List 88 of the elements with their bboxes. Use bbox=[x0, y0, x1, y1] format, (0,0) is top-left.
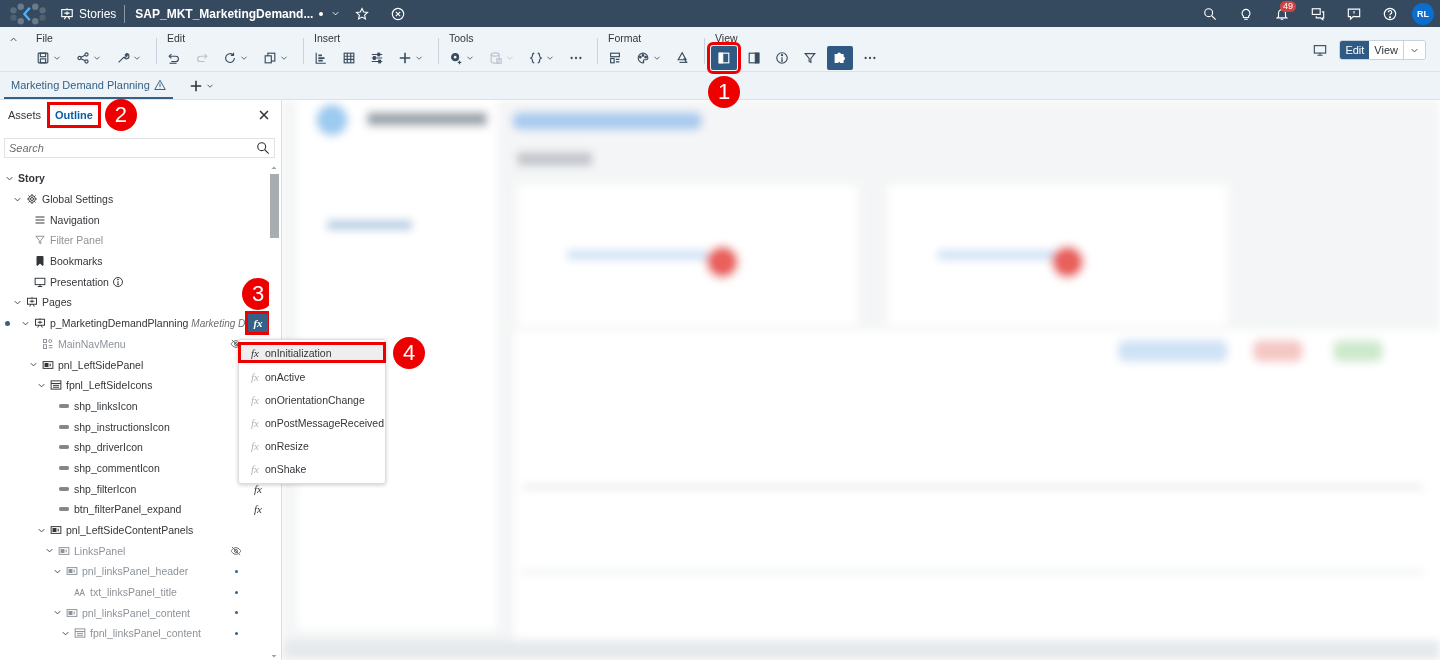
page-subtitle: Marketing D bbox=[191, 317, 246, 329]
wrench-icon bbox=[116, 51, 130, 65]
filter-icon bbox=[803, 51, 817, 65]
tree-item[interactable]: fpnl_LeftSideIcons bbox=[66, 379, 153, 392]
scroll-down-icon[interactable] bbox=[270, 652, 278, 660]
tree-item[interactable]: p_MarketingDemandPlanning bbox=[50, 317, 189, 330]
tree-item[interactable]: pnl_LeftSideContentPanels bbox=[66, 524, 194, 537]
tree-item[interactable]: Story bbox=[18, 172, 45, 185]
widget-icon bbox=[42, 337, 54, 350]
help-icon bbox=[1383, 6, 1397, 21]
callout-number: 3 bbox=[242, 278, 269, 311]
scroll-up-icon[interactable] bbox=[270, 164, 278, 172]
tree-item[interactable]: Global Settings bbox=[42, 193, 114, 206]
story-title: SAP_MKT_MarketingDemand... bbox=[135, 6, 314, 21]
toolbar-group-label: View bbox=[715, 32, 739, 44]
palette-icon bbox=[636, 51, 650, 65]
monitor-icon bbox=[1313, 43, 1328, 57]
tree-item[interactable]: pnl_LeftSidePanel bbox=[58, 358, 144, 371]
menu-item[interactable]: fx onResize bbox=[239, 434, 385, 457]
sliders-icon bbox=[370, 51, 384, 65]
plus-icon bbox=[188, 78, 203, 93]
chat-icon bbox=[1311, 6, 1325, 21]
user-avatar[interactable]: RL bbox=[1412, 2, 1434, 25]
lightbulb-icon bbox=[1239, 6, 1253, 21]
easel-icon bbox=[34, 317, 46, 330]
panel-icon bbox=[58, 544, 70, 557]
tree-item[interactable]: shp_instructionsIcon bbox=[74, 420, 170, 433]
logo-drawing bbox=[8, 2, 48, 25]
close-icon bbox=[391, 6, 406, 21]
menu-item[interactable]: fx onShake bbox=[239, 457, 385, 480]
script-button[interactable]: fx bbox=[254, 482, 262, 495]
tree-item[interactable]: Pages bbox=[42, 296, 72, 309]
scrollbar-thumb[interactable] bbox=[269, 174, 279, 238]
panel-icon bbox=[66, 606, 78, 619]
plus-icon bbox=[398, 51, 412, 65]
panel-tab[interactable]: Assets bbox=[4, 106, 45, 124]
panel-icon bbox=[66, 565, 78, 578]
table-icon bbox=[342, 51, 356, 65]
left-panel-icon bbox=[717, 51, 731, 65]
toolbar-group-label: Edit bbox=[167, 32, 187, 44]
share-icon bbox=[76, 51, 90, 65]
filter-icon bbox=[34, 234, 46, 247]
menu-item[interactable]: fx onOrientationChange bbox=[239, 388, 385, 411]
tree-item[interactable]: shp_driverIcon bbox=[74, 441, 143, 454]
settings-icon bbox=[26, 193, 38, 206]
mode-toggle[interactable]: View bbox=[1369, 41, 1403, 59]
search-icon bbox=[256, 141, 270, 155]
notifications-button[interactable]: 49 bbox=[1264, 0, 1300, 27]
bookmark-icon bbox=[34, 255, 46, 268]
text-icon bbox=[74, 586, 86, 599]
tree-item[interactable]: Bookmarks bbox=[50, 255, 103, 268]
search-field[interactable]: Search bbox=[4, 138, 275, 158]
toolbar-group-label: Insert bbox=[314, 32, 342, 44]
toolbar-group-label: Tools bbox=[449, 32, 475, 44]
panel-icon bbox=[50, 524, 62, 537]
tree-item[interactable]: Navigation bbox=[50, 213, 100, 226]
easel-icon bbox=[60, 6, 74, 21]
paint-icon bbox=[676, 51, 690, 65]
close-icon bbox=[257, 108, 271, 122]
tree-item[interactable]: Presentation bbox=[50, 275, 109, 288]
easel-icon bbox=[26, 296, 38, 309]
star-icon bbox=[355, 6, 370, 21]
mode-toggle[interactable]: Edit bbox=[1340, 41, 1370, 59]
puzzle-icon bbox=[833, 51, 847, 65]
feedback-icon bbox=[1347, 6, 1361, 21]
callout-number: 2 bbox=[104, 99, 137, 131]
panel-icon bbox=[42, 358, 54, 371]
search-icon bbox=[1203, 6, 1217, 21]
toolbar-button[interactable] bbox=[827, 46, 853, 70]
script-button[interactable]: fx bbox=[254, 503, 262, 516]
notification-count: 49 bbox=[1280, 1, 1296, 12]
info-icon bbox=[775, 51, 789, 65]
form-icon bbox=[50, 379, 62, 392]
form-icon bbox=[74, 627, 86, 640]
bar-chart-icon bbox=[314, 51, 328, 65]
monitor-icon bbox=[34, 275, 46, 288]
stories-button[interactable]: Stories bbox=[56, 6, 121, 21]
close-button[interactable] bbox=[257, 108, 271, 122]
right-panel-icon bbox=[747, 51, 761, 65]
tree-item[interactable]: shp_linksIcon bbox=[74, 399, 138, 412]
tree-item[interactable]: btn_filterPanel_expand bbox=[74, 503, 182, 516]
tree-item[interactable]: shp_commentIcon bbox=[74, 461, 160, 474]
menu-item[interactable]: fx onPostMessageReceived bbox=[239, 411, 385, 434]
toolbar-group-label: Format bbox=[608, 32, 643, 44]
toolbar-group-label: File bbox=[36, 32, 54, 44]
layout-icon bbox=[608, 51, 622, 65]
list-icon bbox=[34, 213, 46, 226]
tree-item[interactable]: shp_filterIcon bbox=[74, 482, 137, 495]
